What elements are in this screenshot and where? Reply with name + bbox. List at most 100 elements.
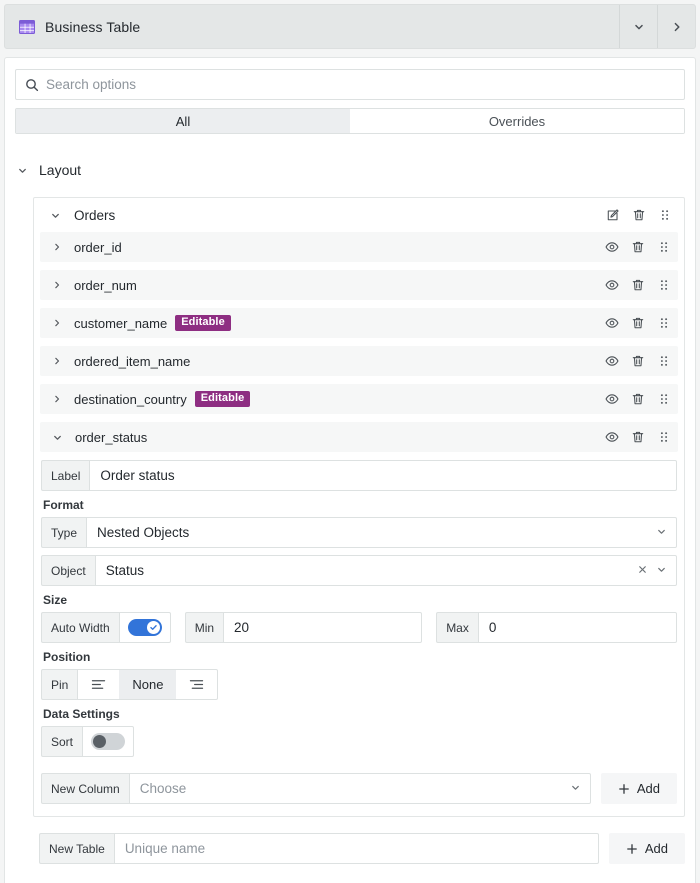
size-control: Auto Width Min Max [41,612,677,643]
field-name: customer_name [74,315,168,331]
search-box[interactable] [15,69,685,100]
eye-icon[interactable] [605,392,619,406]
section-header-layout[interactable]: Layout [5,156,695,184]
new-column-select[interactable]: Choose [128,773,591,804]
size-heading: Size [43,593,68,607]
sort-control: Sort [41,726,677,757]
chevron-down-icon [17,165,28,176]
row-actions [605,240,671,254]
field-row-customer-name[interactable]: customer_name Editable [40,308,678,338]
plus-icon [626,843,638,855]
new-column-prefix: New Column [41,773,129,804]
editable-badge: Editable [194,391,251,407]
label-prefix: Label [41,460,90,491]
section-title: Layout [39,162,82,178]
group-header[interactable]: Orders [34,198,684,232]
chevron-down-icon [50,210,61,221]
chevron-down-icon[interactable] [570,780,581,798]
edit-icon[interactable] [606,208,620,222]
eye-icon[interactable] [605,316,619,330]
sort-toggle-cell[interactable] [82,726,135,757]
field-list: order_id order_num customer_name Editabl… [34,232,684,452]
search-input[interactable] [46,77,684,92]
label-input[interactable] [89,460,677,491]
size-spacer-2 [422,612,436,643]
pin-option-none[interactable]: None [119,670,177,699]
tab-all[interactable]: All [16,109,350,133]
object-select[interactable]: Status [94,555,677,586]
trash-icon[interactable] [632,208,646,222]
object-value: Status [105,563,144,578]
row-actions [605,354,671,368]
panel-collapse-button[interactable] [619,5,657,48]
min-input[interactable] [223,612,423,643]
row-actions [605,392,671,406]
trash-icon[interactable] [631,316,645,330]
new-column-row: New Column Choose Add [41,773,677,804]
panel-expand-button[interactable] [657,5,695,48]
options-body: All Overrides Layout Orders [4,57,696,883]
type-select-icons [656,524,667,542]
size-spacer-1 [171,612,185,643]
add-table-label: Add [644,841,668,856]
tab-overrides[interactable]: Overrides [350,109,684,133]
trash-icon[interactable] [631,430,645,444]
trash-icon[interactable] [631,354,645,368]
drag-handle-icon[interactable] [657,430,671,444]
type-control: Type Nested Objects [41,517,677,548]
drag-handle-icon[interactable] [658,208,672,222]
chevron-down-icon[interactable] [656,562,667,580]
chevron-right-icon [52,356,62,366]
field-row-order-status[interactable]: order_status [40,422,678,452]
toggle-knob [146,621,160,634]
add-table-button[interactable]: Add [608,833,685,864]
pin-option-left[interactable] [78,670,119,699]
min-prefix: Min [184,612,224,643]
filter-tabs: All Overrides [15,108,685,134]
drag-handle-icon[interactable] [657,316,671,330]
eye-icon[interactable] [605,240,619,254]
field-row-ordered-item-name[interactable]: ordered_item_name [40,346,678,376]
field-row-order-num[interactable]: order_num [40,270,678,300]
drag-handle-icon[interactable] [657,240,671,254]
add-column-button[interactable]: Add [600,773,677,804]
group-name: Orders [74,207,116,223]
auto-width-toggle[interactable] [127,619,162,636]
sort-toggle[interactable] [91,733,126,750]
type-prefix: Type [41,517,87,548]
new-column-value: Choose [139,781,187,796]
drag-handle-icon[interactable] [657,354,671,368]
chevron-right-icon [52,318,62,328]
type-select[interactable]: Nested Objects [86,517,677,548]
sort-prefix: Sort [41,726,83,757]
new-table-input[interactable] [113,833,599,864]
eye-icon[interactable] [605,278,619,292]
drag-handle-icon[interactable] [657,392,671,406]
pin-option-right[interactable] [176,670,217,699]
group-orders: Orders order_id order_num customer_name … [33,197,685,817]
trash-icon[interactable] [631,240,645,254]
chevron-right-icon [52,280,62,290]
trash-icon[interactable] [631,392,645,406]
object-control: Object Status [41,555,677,586]
drag-handle-icon[interactable] [657,278,671,292]
pin-radio-group: None [77,669,219,700]
max-input[interactable] [477,612,677,643]
eye-icon[interactable] [605,430,619,444]
pin-prefix: Pin [41,669,78,700]
new-table-row: New Table Add [39,833,685,864]
field-row-destination-country[interactable]: destination_country Editable [40,384,678,414]
field-row-order-id[interactable]: order_id [40,232,678,262]
toggle-knob [93,735,107,748]
chevron-down-icon[interactable] [656,524,667,542]
auto-width-toggle-cell[interactable] [118,612,171,643]
close-icon[interactable] [637,562,648,580]
align-right-icon [189,678,204,691]
position-heading: Position [43,650,91,664]
eye-icon[interactable] [605,354,619,368]
group-actions [606,208,672,222]
editable-badge: Editable [175,315,231,331]
label-control: Label [41,460,677,491]
field-name: order_status [75,429,148,445]
trash-icon[interactable] [631,278,645,292]
